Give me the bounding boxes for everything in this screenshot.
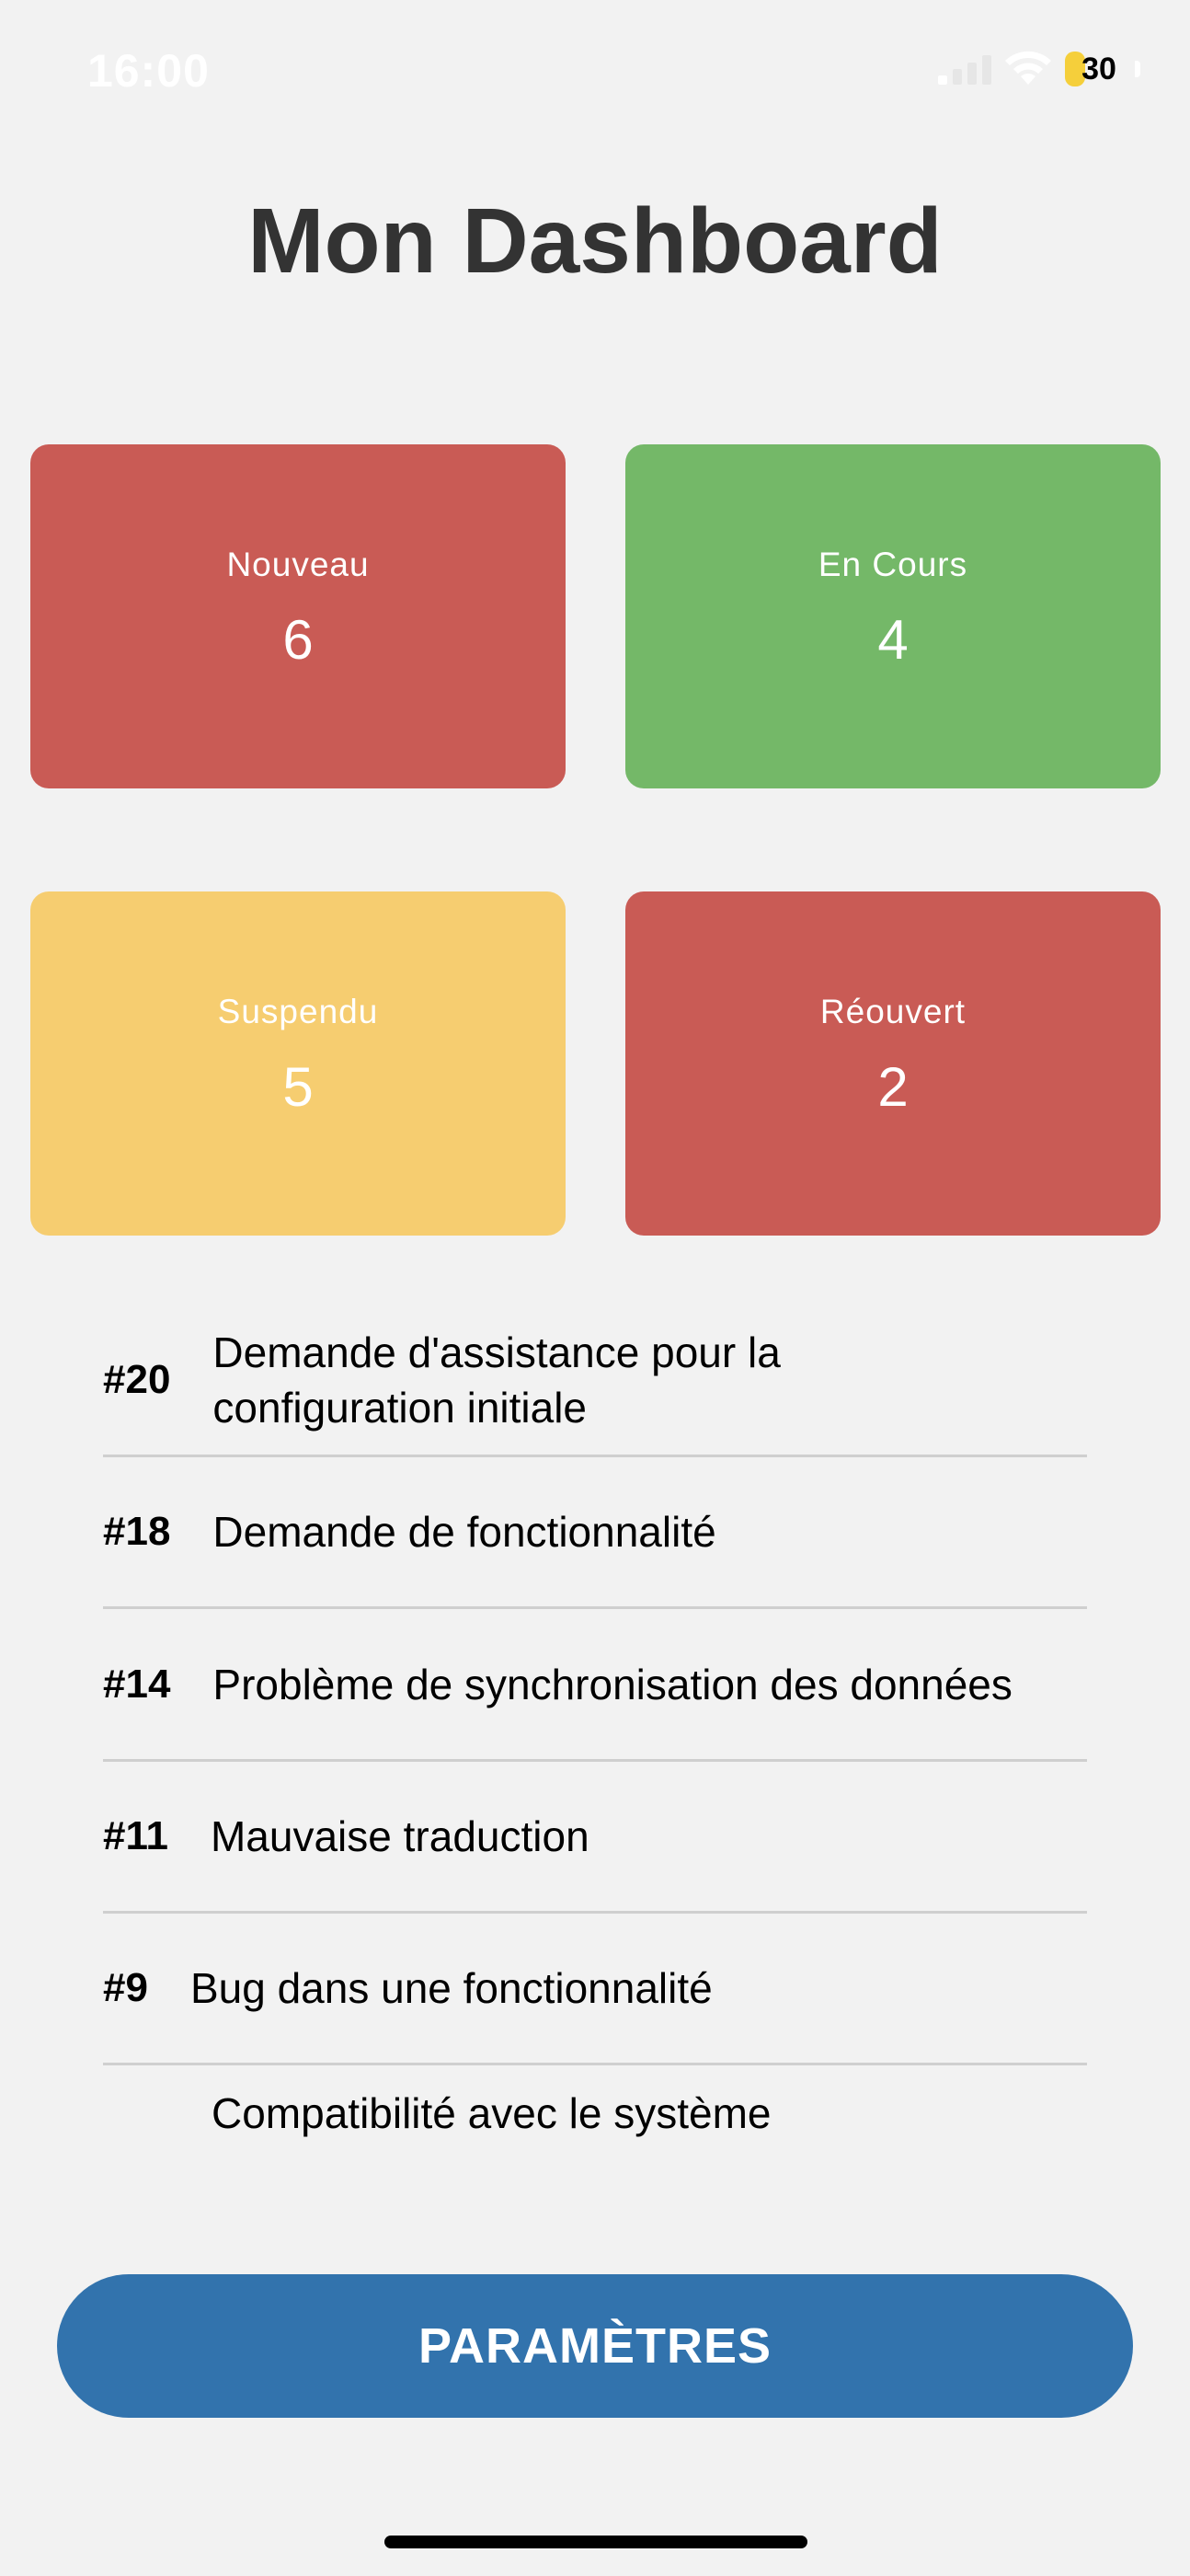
ticket-id: #18 bbox=[103, 1509, 171, 1554]
ticket-list[interactable]: #20 Demande d'assistance pour la configu… bbox=[103, 1305, 1087, 2241]
ticket-title: Demande de fonctionnalité bbox=[212, 1508, 716, 1556]
stat-label: Suspendu bbox=[217, 993, 379, 1030]
ticket-id: #14 bbox=[103, 1661, 171, 1707]
ticket-row[interactable]: #18 Demande de fonctionnalité bbox=[103, 1457, 1087, 1609]
status-time: 16:00 bbox=[87, 45, 210, 97]
cellular-signal-icon bbox=[938, 55, 991, 85]
ticket-row[interactable]: #14 Problème de synchronisation des donn… bbox=[103, 1609, 1087, 1762]
page-title: Mon Dashboard bbox=[247, 190, 943, 293]
stat-value: 6 bbox=[282, 609, 314, 671]
stat-value: 5 bbox=[282, 1056, 314, 1118]
settings-button[interactable]: PARAMÈTRES bbox=[57, 2274, 1133, 2418]
ticket-title: Demande d'assistance pour la configurati… bbox=[212, 1328, 781, 1432]
ticket-id: #9 bbox=[103, 1965, 148, 2010]
stat-label: Réouvert bbox=[819, 993, 967, 1030]
ticket-row[interactable]: Compatibilité avec le système bbox=[103, 2065, 1087, 2235]
wifi-icon bbox=[1005, 51, 1051, 85]
stat-card-suspendu[interactable]: Suspendu 5 bbox=[30, 891, 566, 1236]
stat-value: 2 bbox=[877, 1056, 909, 1118]
battery-cap bbox=[1135, 61, 1140, 77]
battery-percentage: 30 bbox=[1081, 52, 1116, 86]
ticket-title: Problème de synchronisation des données bbox=[212, 1660, 1013, 1708]
ticket-title: Bug dans une fonctionnalité bbox=[189, 1964, 713, 2012]
stat-card-reouvert[interactable]: Réouvert 2 bbox=[625, 891, 1161, 1236]
stat-card-nouveau[interactable]: Nouveau 6 bbox=[30, 444, 566, 788]
battery-icon: 30 bbox=[1065, 52, 1133, 86]
ticket-id: #11 bbox=[103, 1813, 168, 1858]
ticket-row[interactable]: #11 Mauvaise traduction bbox=[103, 1762, 1087, 1914]
ticket-title: Compatibilité avec le système bbox=[212, 2089, 772, 2137]
ticket-title: Mauvaise traduction bbox=[210, 1812, 589, 1860]
stat-label: Nouveau bbox=[226, 546, 370, 583]
ticket-row[interactable]: #20 Demande d'assistance pour la configu… bbox=[103, 1305, 1087, 1457]
stat-card-en-cours[interactable]: En Cours 4 bbox=[625, 444, 1161, 788]
ticket-row[interactable]: #9 Bug dans une fonctionnalité bbox=[103, 1914, 1087, 2065]
stat-value: 4 bbox=[877, 609, 909, 671]
ticket-id: #20 bbox=[103, 1356, 171, 1402]
status-bar: 16:00 30 bbox=[0, 0, 1190, 138]
stat-label: En Cours bbox=[818, 546, 968, 583]
home-indicator[interactable] bbox=[384, 2536, 807, 2548]
